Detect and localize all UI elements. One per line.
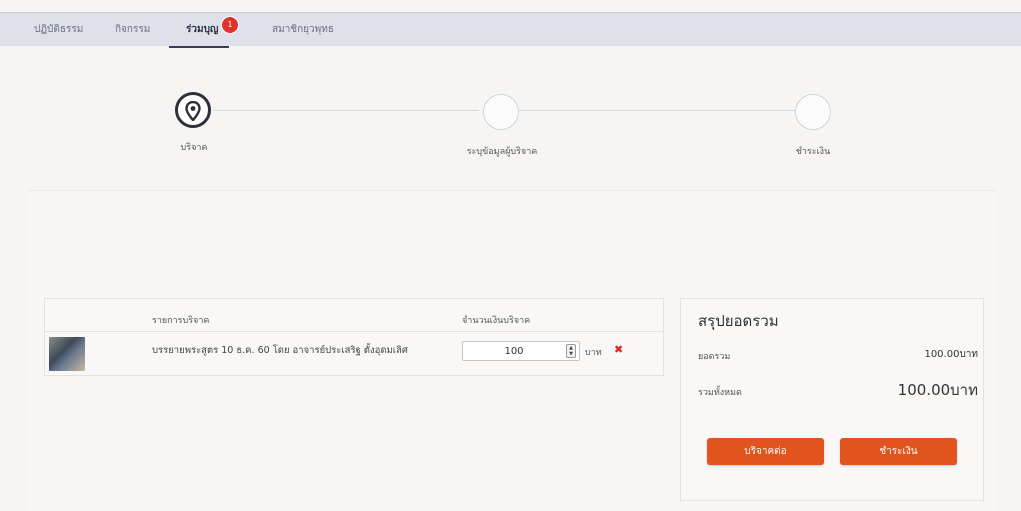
donation-item-thumbnail bbox=[49, 337, 85, 371]
step-donate-circle bbox=[175, 92, 211, 128]
continue-donating-button[interactable]: บริจาคต่อ bbox=[707, 438, 824, 465]
amount-unit: บาท bbox=[585, 348, 602, 358]
cart-count-badge: 1 bbox=[222, 17, 238, 33]
location-pin-icon bbox=[185, 101, 201, 121]
amount-spinner[interactable]: ▲ ▼ bbox=[566, 344, 576, 358]
total-label: รวมทั้งหมด bbox=[698, 388, 742, 398]
column-header-item: รายการบริจาค bbox=[152, 316, 210, 326]
remove-item-icon[interactable]: ✖ bbox=[614, 343, 623, 356]
step-label-donate: บริจาค bbox=[180, 143, 208, 153]
total-value: 100.00บาท bbox=[897, 381, 978, 399]
nav-item-practice[interactable]: ปฏิบัติธรรม bbox=[34, 13, 83, 47]
active-tab-indicator bbox=[169, 46, 229, 48]
summary-title: สรุปยอดรวม bbox=[698, 312, 779, 330]
donation-item-name: บรรยายพระสูตร 10 ธ.ค. 60 โดย อาจารย์ประเ… bbox=[152, 345, 408, 356]
subtotal-label: ยอดรวม bbox=[698, 352, 731, 362]
donation-amount-input[interactable] bbox=[462, 341, 580, 361]
stepper-line bbox=[519, 110, 795, 111]
nav-item-activities[interactable]: กิจกรรม bbox=[115, 13, 150, 47]
step-label-donor-info: ระบุข้อมูลผู้บริจาค bbox=[466, 147, 538, 157]
step-donor-info-circle bbox=[483, 94, 519, 130]
stepper-line bbox=[213, 110, 479, 111]
column-header-amount: จำนวนเงินบริจาค bbox=[462, 316, 531, 326]
table-header-divider bbox=[44, 331, 664, 332]
subtotal-value: 100.00บาท bbox=[924, 349, 978, 360]
pay-button[interactable]: ชำระเงิน bbox=[840, 438, 957, 465]
nav-item-merit[interactable]: ร่วมบุญ bbox=[186, 13, 218, 47]
top-nav: ปฏิบัติธรรม กิจกรรม ร่วมบุญ 1 สมาชิกยุวพ… bbox=[0, 12, 1021, 48]
donation-table bbox=[44, 298, 664, 376]
nav-item-membership[interactable]: สมาชิกยุวพุทธ bbox=[272, 13, 334, 47]
step-payment-circle bbox=[795, 94, 831, 130]
step-label-payment: ชำระเงิน bbox=[795, 147, 831, 157]
